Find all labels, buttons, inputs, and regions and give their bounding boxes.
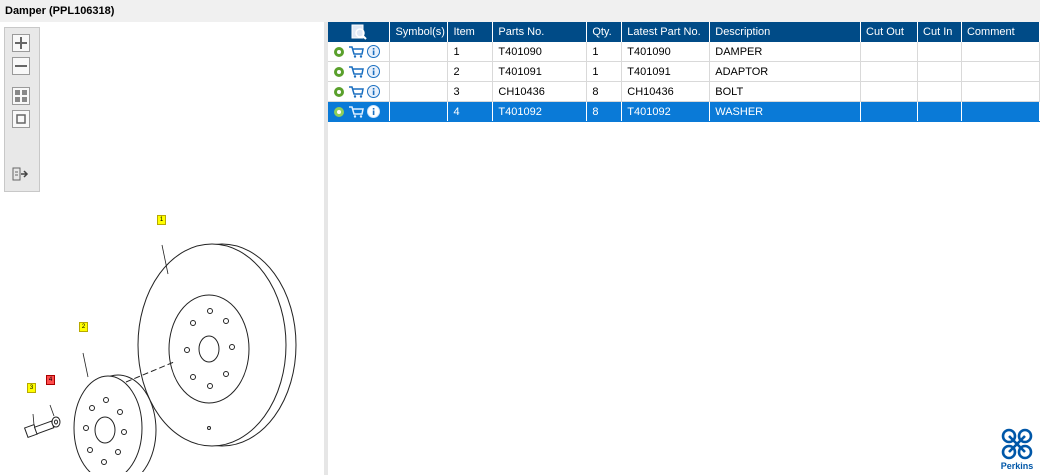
cell-description: BOLT [709, 81, 862, 102]
table-row[interactable]: 2 T401091 1 T401091 ADAPTOR [328, 61, 1040, 82]
view-toolbar [4, 27, 40, 192]
grid-icon [15, 90, 27, 102]
washer-part [51, 416, 61, 428]
zoom-in-button[interactable] [12, 34, 30, 52]
cell-latest-part-no: T401090 [621, 42, 711, 62]
info-icon[interactable] [367, 105, 380, 118]
row-actions [328, 101, 391, 122]
row-actions [328, 61, 391, 82]
minus-icon [15, 65, 27, 67]
cart-icon[interactable] [348, 65, 364, 78]
cell-cut-in [917, 42, 962, 62]
cell-latest-part-no: T401091 [621, 61, 711, 82]
cell-qty: 8 [586, 101, 623, 122]
cell-item: 2 [447, 61, 494, 82]
illustration-panel[interactable]: 1 2 3 4 [0, 22, 324, 475]
fit-all-button[interactable] [12, 87, 30, 105]
table-row-selected[interactable]: 4 T401092 8 T401092 WASHER [328, 101, 1040, 122]
column-header-latest-part-no[interactable]: Latest Part No. [621, 22, 711, 42]
cell-cut-in [917, 101, 962, 122]
cell-symbols [389, 42, 449, 62]
adaptor-part [73, 374, 157, 472]
actual-size-button[interactable] [12, 110, 30, 128]
info-icon[interactable] [367, 65, 380, 78]
table-row[interactable]: 1 T401090 1 T401090 DAMPER [328, 42, 1040, 62]
gear-icon[interactable] [333, 66, 345, 78]
cell-qty: 8 [586, 81, 623, 102]
cell-part-no: T401092 [492, 101, 588, 122]
cell-item: 3 [447, 81, 494, 102]
plus-icon [15, 37, 27, 49]
cell-cut-in [917, 61, 962, 82]
exploded-parts-drawing [23, 243, 297, 472]
gear-icon[interactable] [333, 86, 345, 98]
cell-cut-in [917, 81, 962, 102]
cell-part-no: CH10436 [492, 81, 588, 102]
cell-comment [961, 42, 1040, 62]
perkins-logo-text: Perkins [1000, 461, 1034, 471]
column-header-cut-out[interactable]: Cut Out [860, 22, 919, 42]
cell-latest-part-no: CH10436 [621, 81, 711, 102]
cell-qty: 1 [586, 42, 623, 62]
row-actions [328, 42, 391, 62]
cell-comment [961, 61, 1040, 82]
callout-1[interactable]: 1 [157, 215, 166, 225]
perkins-logo-mark [1001, 428, 1033, 460]
callout-3[interactable]: 3 [27, 383, 36, 393]
column-header-symbols[interactable]: Symbol(s) [389, 22, 449, 42]
column-header-parts-no[interactable]: Parts No. [492, 22, 588, 42]
cell-item: 1 [447, 42, 494, 62]
column-header-item[interactable]: Item [447, 22, 494, 42]
cell-symbols [389, 81, 449, 102]
title-bar: Damper (PPL106318) [0, 0, 1040, 22]
gear-icon[interactable] [333, 106, 345, 118]
cell-part-no: T401091 [492, 61, 588, 82]
callout-4[interactable]: 4 [46, 375, 55, 385]
parts-table: Symbol(s) Item Parts No. Qty. Latest Par… [328, 22, 1040, 122]
info-icon[interactable] [367, 45, 380, 58]
cell-symbols [389, 101, 449, 122]
row-actions [328, 81, 391, 102]
damper-part [137, 243, 297, 447]
info-icon[interactable] [367, 85, 380, 98]
cell-latest-part-no: T401092 [621, 101, 711, 122]
cell-qty: 1 [586, 61, 623, 82]
cell-comment [961, 101, 1040, 122]
column-header-comment[interactable]: Comment [961, 22, 1040, 42]
cell-cut-out [860, 101, 919, 122]
search-icon [351, 24, 367, 40]
table-header-row: Symbol(s) Item Parts No. Qty. Latest Par… [328, 22, 1040, 42]
parts-list-panel: Symbol(s) Item Parts No. Qty. Latest Par… [328, 22, 1040, 475]
column-header-cut-in[interactable]: Cut In [917, 22, 962, 42]
column-header-search[interactable] [328, 22, 391, 42]
cell-part-no: T401090 [492, 42, 588, 62]
perkins-logo: Perkins [996, 427, 1038, 473]
cell-description: ADAPTOR [709, 61, 862, 82]
cart-icon[interactable] [348, 45, 364, 58]
cart-icon[interactable] [348, 105, 364, 118]
gear-icon[interactable] [333, 46, 345, 58]
cell-cut-out [860, 81, 919, 102]
export-button[interactable] [12, 165, 30, 183]
cell-cut-out [860, 61, 919, 82]
cell-comment [961, 81, 1040, 102]
column-header-description[interactable]: Description [709, 22, 862, 42]
cell-cut-out [860, 42, 919, 62]
zoom-out-button[interactable] [12, 57, 30, 75]
window-title: Damper (PPL106318) [5, 5, 115, 17]
cell-description: WASHER [709, 101, 862, 122]
column-header-qty[interactable]: Qty. [586, 22, 623, 42]
square-icon [16, 114, 26, 124]
bolt-part [23, 420, 55, 439]
export-arrow-icon [12, 167, 29, 181]
callout-2[interactable]: 2 [79, 322, 88, 332]
cell-description: DAMPER [709, 42, 862, 62]
table-row[interactable]: 3 CH10436 8 CH10436 BOLT [328, 81, 1040, 102]
cell-item: 4 [447, 101, 494, 122]
cell-symbols [389, 61, 449, 82]
cart-icon[interactable] [348, 85, 364, 98]
